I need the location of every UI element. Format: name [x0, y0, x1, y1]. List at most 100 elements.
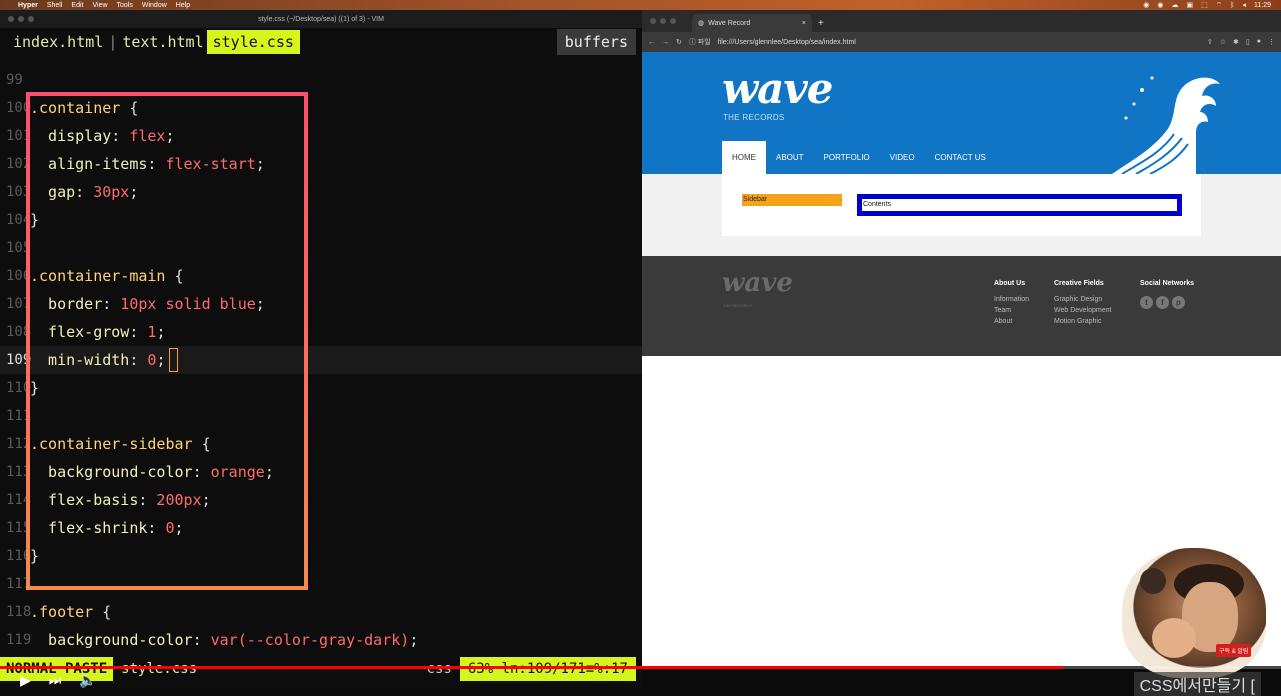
- tab-index-html[interactable]: index.html: [10, 33, 106, 51]
- code-line[interactable]: 106 .container-main {: [0, 262, 642, 290]
- menu-app-name[interactable]: Hyper: [18, 2, 38, 9]
- clock[interactable]: 11:29: [1254, 2, 1271, 9]
- next-icon[interactable]: ⏭: [49, 672, 62, 689]
- code-line[interactable]: 108 flex-grow: 1;: [0, 318, 642, 346]
- nav-portfolio[interactable]: PORTFOLIO: [814, 141, 880, 174]
- line-number: 113: [6, 464, 32, 480]
- status-icon[interactable]: ⬚: [1201, 1, 1208, 9]
- code-line[interactable]: 105: [0, 234, 642, 262]
- bluetooth-icon[interactable]: ᛒ: [1230, 2, 1234, 9]
- footer-link[interactable]: Information: [994, 296, 1029, 303]
- footer-heading: About Us: [994, 280, 1026, 287]
- menu-view[interactable]: View: [92, 2, 107, 9]
- play-icon[interactable]: ▶: [20, 672, 31, 689]
- code-line[interactable]: 102 align-items: flex-start;: [0, 150, 642, 178]
- code-line[interactable]: 104}: [0, 206, 642, 234]
- code-line[interactable]: 111: [0, 402, 642, 430]
- wifi-icon[interactable]: ⌔: [1216, 1, 1223, 10]
- nav-about[interactable]: ABOUT: [766, 141, 814, 174]
- status-icon[interactable]: ☁: [1171, 1, 1178, 9]
- line-number: 108: [6, 324, 32, 340]
- extensions-icon[interactable]: ✱: [1233, 38, 1239, 46]
- container-sidebar: Sidebar: [742, 194, 842, 206]
- menu-edit[interactable]: Edit: [71, 2, 83, 9]
- menu-help[interactable]: Help: [176, 2, 190, 9]
- browser-toolbar: ← → ↻ ⓘ 파일 file:///Users/glennlee/Deskto…: [642, 32, 1281, 52]
- vim-tabline: index.html | text.html style.css buffers: [0, 28, 642, 56]
- code-line[interactable]: 100 .container {: [0, 94, 642, 122]
- menu-window[interactable]: Window: [142, 2, 167, 9]
- volume-icon[interactable]: ◂: [1242, 1, 1246, 9]
- status-icon[interactable]: ◉: [1157, 1, 1163, 9]
- line-number: 107: [6, 296, 32, 312]
- video-progress-fill: [0, 666, 1064, 669]
- menu-shell[interactable]: Shell: [47, 2, 63, 9]
- line-text: flex-grow: 1;: [30, 323, 166, 341]
- maximize-window-icon[interactable]: [28, 16, 34, 22]
- footer-link[interactable]: Graphic Design: [1054, 296, 1111, 303]
- menu-tools[interactable]: Tools: [117, 2, 133, 9]
- code-line[interactable]: 116}: [0, 542, 642, 570]
- site-info[interactable]: ⓘ 파일: [689, 37, 711, 47]
- reload-icon[interactable]: ↻: [676, 38, 682, 46]
- forward-icon[interactable]: →: [662, 39, 669, 46]
- window-controls: [650, 18, 676, 24]
- share-icon[interactable]: ⇧: [1207, 38, 1213, 46]
- video-progress-bar[interactable]: [0, 666, 1281, 669]
- code-line[interactable]: 118 .footer {: [0, 598, 642, 626]
- code-line[interactable]: 119 background-color: var(--color-gray-d…: [0, 626, 642, 654]
- site-logo[interactable]: wave: [722, 64, 833, 113]
- line-number: 103: [6, 184, 32, 200]
- footer-link[interactable]: Motion Graphic: [1054, 318, 1111, 325]
- close-window-icon[interactable]: [8, 16, 14, 22]
- code-editor[interactable]: 99 100 .container {101 display: flex; 102 a…: [0, 66, 642, 654]
- profile-icon[interactable]: ●: [1257, 38, 1261, 46]
- code-line[interactable]: 114 flex-basis: 200px;: [0, 486, 642, 514]
- code-line[interactable]: 117: [0, 570, 642, 598]
- line-number: 118: [6, 604, 32, 620]
- subscribe-badge[interactable]: 구독 & 알림: [1216, 644, 1252, 657]
- code-line[interactable]: 115 flex-shrink: 0;: [0, 514, 642, 542]
- pinterest-icon[interactable]: p: [1172, 296, 1185, 309]
- code-line[interactable]: 107 border: 10px solid blue;: [0, 290, 642, 318]
- minimize-window-icon[interactable]: [18, 16, 24, 22]
- nav-video[interactable]: VIDEO: [880, 141, 925, 174]
- close-tab-icon[interactable]: ×: [802, 20, 806, 27]
- twitter-icon[interactable]: t: [1140, 296, 1153, 309]
- nav-contact-us[interactable]: CONTACT US: [925, 141, 996, 174]
- code-line[interactable]: 113 background-color: orange;: [0, 458, 642, 486]
- sidebar-icon[interactable]: ▯: [1246, 38, 1250, 46]
- buffers-label: buffers: [556, 29, 636, 55]
- status-icon[interactable]: ▣: [1186, 1, 1193, 9]
- code-line[interactable]: 110}: [0, 374, 642, 402]
- code-line[interactable]: 112 .container-sidebar {: [0, 430, 642, 458]
- bookmark-icon[interactable]: ☆: [1220, 38, 1226, 46]
- line-number: 119: [6, 632, 32, 648]
- code-line[interactable]: 99: [0, 66, 642, 94]
- footer-creative-fields: Creative Fields Graphic Design Web Devel…: [1054, 280, 1111, 329]
- microphone-icon: [1140, 568, 1166, 594]
- volume-icon[interactable]: 🔈: [79, 672, 96, 689]
- address-bar[interactable]: file:///Users/glennlee/Desktop/sea/index…: [718, 39, 1200, 46]
- maximize-window-icon[interactable]: [670, 18, 676, 24]
- minimize-window-icon[interactable]: [660, 18, 666, 24]
- line-number: 114: [6, 492, 32, 508]
- code-line[interactable]: 103 gap: 30px;: [0, 178, 642, 206]
- status-icon[interactable]: ◉: [1143, 1, 1149, 9]
- code-line[interactable]: 101 display: flex;: [0, 122, 642, 150]
- tab-text-html[interactable]: text.html: [119, 33, 206, 51]
- facebook-icon[interactable]: f: [1156, 296, 1169, 309]
- menu-icon[interactable]: ⋮: [1268, 38, 1275, 46]
- line-text: }: [30, 547, 40, 565]
- browser-tab[interactable]: ◍ Wave Record ×: [692, 14, 812, 32]
- close-window-icon[interactable]: [650, 18, 656, 24]
- footer-link[interactable]: About: [994, 318, 1029, 325]
- tab-style-css[interactable]: style.css: [206, 30, 300, 54]
- footer-link[interactable]: Web Development: [1054, 307, 1111, 314]
- new-tab-button[interactable]: +: [818, 18, 824, 29]
- footer-link[interactable]: Team: [994, 307, 1029, 314]
- back-icon[interactable]: ←: [648, 39, 655, 46]
- line-text: .container {: [30, 99, 139, 117]
- nav-home[interactable]: HOME: [722, 141, 766, 174]
- code-line[interactable]: 109 min-width: 0;: [0, 346, 642, 374]
